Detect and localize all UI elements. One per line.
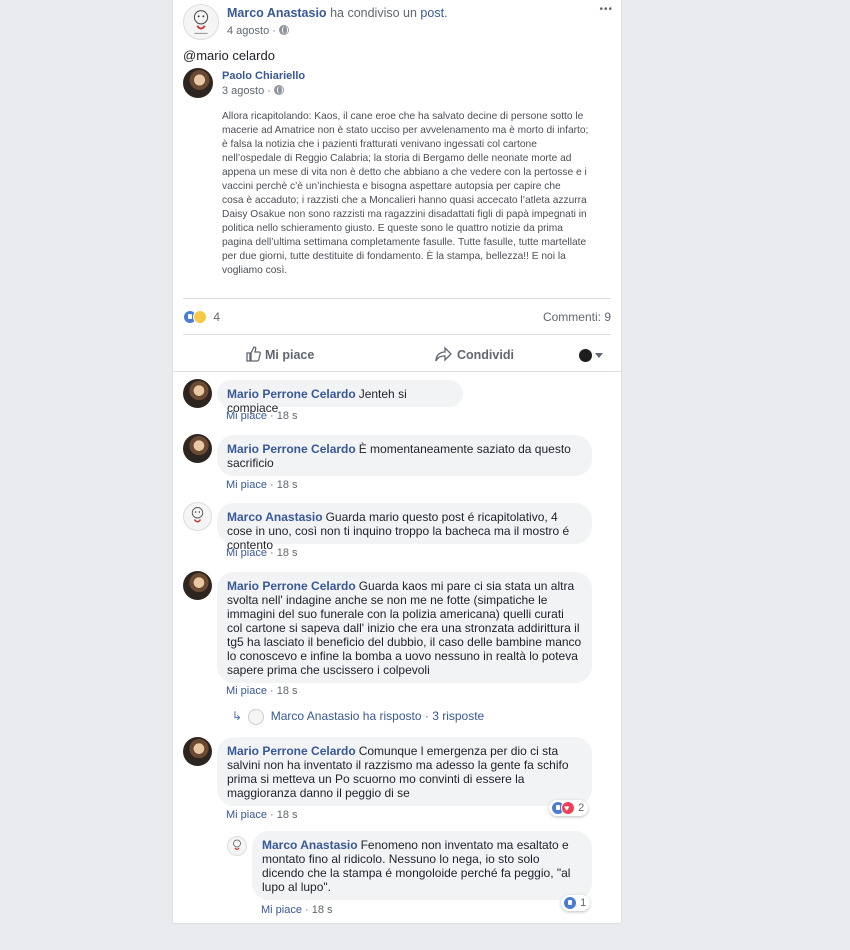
comment-author[interactable]: Mario Perrone Celardo (227, 744, 356, 758)
reply-like-link[interactable]: Mi piace (261, 904, 302, 916)
reactions-summary[interactable]: 4 (183, 309, 220, 324)
comment-time[interactable]: 18 s (277, 410, 298, 422)
shared-meta: 3 agosto · (222, 85, 284, 97)
post-mention: @mario celardo (183, 48, 275, 63)
comment-bubble: Mario Perrone Celardo È momentaneamente s… (217, 435, 592, 476)
comment-like-link[interactable]: Mi piace (226, 479, 267, 491)
post-header-line: Marco Anastasio ha condiviso un post. (227, 6, 448, 20)
reply-author[interactable]: Marco Anastasio (262, 838, 358, 852)
comment-like-link[interactable]: Mi piace (226, 685, 267, 697)
comment-author[interactable]: Mario Perrone Celardo (227, 442, 356, 456)
comment-reaction-count: 2 (578, 802, 585, 814)
share-button[interactable]: Condividi (435, 346, 514, 362)
reply-reactions-badge[interactable]: 1 (561, 895, 591, 911)
shared-body-line: pagina dell’ultima settimana completamen… (222, 237, 587, 248)
reaction-count: 4 (213, 309, 221, 324)
replier-avatar (248, 709, 265, 725)
shared-body-line: è falsa la notizia che i pazienti frattu… (222, 139, 537, 150)
post-meta: 4 agosto · (227, 25, 289, 37)
commenter-avatar[interactable] (183, 379, 212, 408)
comment-text: Guarda kaos mi pare ci sia stata un altr… (227, 579, 582, 677)
chevron-down-icon (595, 353, 603, 359)
divider (183, 334, 611, 335)
comment-actions: Mi piace · 18 s (226, 410, 298, 422)
like-label: Mi piace (265, 348, 315, 362)
commenter-avatar[interactable] (183, 502, 212, 531)
reply-reaction-count: 1 (580, 897, 587, 909)
post-date[interactable]: 4 agosto (227, 25, 269, 37)
comment-actions: Mi piace · 18 s (226, 547, 298, 559)
reply-summary-sep: · (424, 709, 429, 724)
shared-author-avatar[interactable] (183, 68, 213, 98)
comment-time[interactable]: 18 s (277, 809, 298, 821)
post-author[interactable]: Marco Anastasio (227, 6, 327, 20)
globe-icon (273, 85, 284, 95)
share-arrow-icon (435, 346, 452, 362)
comment-actions: Mi piace · 18 s (226, 809, 298, 821)
comment-time[interactable]: 18 s (277, 479, 298, 491)
post-link[interactable]: post (420, 6, 444, 20)
shared-body: Allora ricapitolando: Kaos, il cane eroe… (222, 110, 617, 278)
comment-time[interactable]: 18 s (277, 547, 298, 559)
comment-author[interactable]: Marco Anastasio (227, 510, 323, 524)
shared-body-line: cosa è accaduto; i razzisti che a Moncal… (222, 195, 587, 206)
comment-bubble: Mario Perrone Celardo Jenteh si compiace (217, 380, 463, 415)
reply-avatar[interactable] (227, 836, 247, 856)
shared-end: . (444, 6, 448, 20)
comment-time[interactable]: 18 s (277, 685, 298, 697)
comment-like-link[interactable]: Mi piace (226, 809, 267, 821)
shared-body-line: vaccini perchè c’è un’inchiesta e bisogn… (222, 181, 561, 192)
shared-body-line: Daisy Osakue non sono razzisti ma ragazz… (222, 209, 587, 220)
shared-sep: · (267, 85, 271, 97)
shared-text: ha condiviso un (330, 6, 417, 20)
author-avatar[interactable] (183, 4, 219, 40)
comment-bubble: Mario Perrone Celardo Guarda kaos mi pare… (217, 572, 592, 683)
comment-actions: Mi piace · 18 s (226, 479, 298, 491)
commenter-avatar[interactable] (183, 571, 212, 600)
audience-selector[interactable] (579, 347, 603, 365)
comment-author[interactable]: Mario Perrone Celardo (227, 387, 356, 401)
reply-count: 3 risposte (432, 709, 485, 724)
comment-actions: Mi piace · 18 s (226, 685, 298, 697)
thumbs-up-icon (246, 346, 261, 362)
shared-body-line: politica nello schieramento giusto. E qu… (222, 223, 563, 234)
sad-reaction-icon (193, 309, 207, 324)
comments-count[interactable]: Commenti: 9 (543, 310, 611, 324)
commenter-avatar[interactable] (183, 434, 212, 463)
more-options-icon[interactable]: ••• (599, 4, 613, 15)
reply-actions: Mi piace · 18 s (261, 904, 333, 916)
commenter-avatar[interactable] (183, 737, 212, 766)
shared-body-line: vogliamo così. (222, 265, 288, 276)
meta-sep: · (272, 25, 276, 37)
user-avatar-small (579, 349, 592, 363)
comment-like-link[interactable]: Mi piace (226, 547, 267, 559)
reply-arrow-icon: ↳ (232, 709, 243, 724)
comment-bubble: Mario Perrone Celardo Comunque l emergenz… (217, 737, 592, 806)
replies-toggle[interactable]: ↳ Marco Anastasio ha risposto · 3 rispos… (232, 709, 484, 725)
comment-reactions-badge[interactable]: 2 (549, 800, 589, 816)
love-reaction-icon (561, 801, 575, 816)
reply-bubble: Marco Anastasio Fenomeno non inventato ma… (252, 831, 592, 900)
shared-body-line: per due giorni, tutte destituite di fond… (222, 251, 566, 262)
divider (173, 371, 621, 372)
comment-author[interactable]: Mario Perrone Celardo (227, 579, 356, 593)
shared-author[interactable]: Paolo Chiariello (222, 70, 305, 82)
globe-icon (278, 25, 289, 35)
shared-body-line: Allora ricapitolando: Kaos, il cane eroe… (222, 111, 584, 122)
reply-summary-text: Marco Anastasio ha risposto (270, 709, 422, 724)
shared-date[interactable]: 3 agosto (222, 85, 264, 97)
shared-body-line: appena un mese di vita non è detto che a… (222, 167, 587, 178)
divider (183, 298, 611, 299)
shared-body-line: nell’ospedale di Reggio Calabria; la sto… (222, 153, 572, 164)
reply-time[interactable]: 18 s (312, 904, 333, 916)
like-button[interactable]: Mi piace (245, 346, 314, 362)
comment-like-link[interactable]: Mi piace (226, 410, 267, 422)
comment-bubble: Marco Anastasio Guarda mario questo post … (217, 503, 592, 552)
shared-body-line: macerie ad Amatrice non è stato ucciso p… (222, 125, 589, 136)
like-reaction-icon (563, 896, 577, 911)
share-label: Condividi (457, 348, 514, 362)
